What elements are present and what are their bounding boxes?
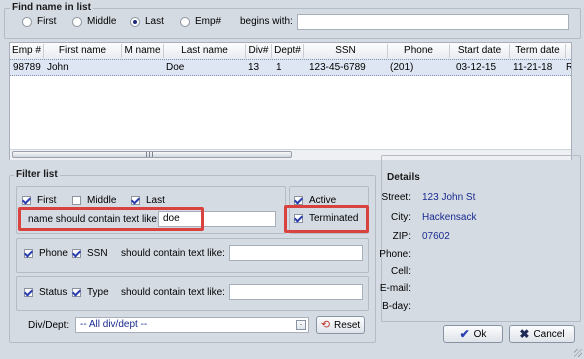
zip-value: 07602 bbox=[422, 231, 450, 242]
cell-start: 03-12-15 bbox=[456, 62, 497, 73]
begins-with-input[interactable] bbox=[297, 14, 569, 30]
radio-middle[interactable] bbox=[72, 17, 82, 27]
col-header-start[interactable]: Start date bbox=[450, 44, 510, 58]
cancel-button[interactable]: ✖ Cancel bbox=[509, 325, 575, 343]
check-last[interactable] bbox=[131, 196, 140, 205]
divdept-dropdown-button[interactable]: · bbox=[296, 320, 306, 330]
col-header-phone[interactable]: Phone bbox=[388, 44, 450, 58]
bday-label: B-day: bbox=[382, 301, 411, 312]
checkmark-icon: ✔ bbox=[459, 327, 470, 341]
cell-term: 11-21-18 bbox=[513, 62, 553, 73]
dots-icon: · bbox=[299, 320, 303, 329]
radio-first-label: First bbox=[37, 16, 57, 27]
check-phone[interactable] bbox=[24, 249, 33, 258]
ok-label: Ok bbox=[473, 328, 487, 340]
col-header-dept[interactable]: Dept# bbox=[272, 44, 304, 58]
ok-button[interactable]: ✔ Ok bbox=[443, 325, 503, 343]
cell-mname bbox=[124, 60, 164, 75]
col-header-first[interactable]: First name bbox=[44, 44, 122, 58]
status-contains-input[interactable] bbox=[229, 284, 363, 300]
filter-title: Filter list bbox=[14, 169, 60, 180]
radio-first[interactable] bbox=[22, 17, 32, 27]
radio-emp[interactable] bbox=[180, 17, 190, 27]
divdept-value: -- All div/dept -- bbox=[80, 319, 148, 330]
zip-label: ZIP: bbox=[392, 231, 411, 242]
check-middle-label: Middle bbox=[87, 195, 117, 206]
col-header-term[interactable]: Term date bbox=[510, 44, 566, 58]
cell-emp: 98789 bbox=[13, 62, 41, 73]
divdept-label: Div/Dept: bbox=[28, 320, 70, 331]
cell-label: Cell: bbox=[390, 266, 411, 277]
check-middle[interactable] bbox=[72, 196, 81, 205]
email-label: E-mail: bbox=[379, 283, 411, 294]
check-type[interactable] bbox=[72, 288, 81, 297]
radio-middle-label: Middle bbox=[87, 16, 117, 27]
check-first[interactable] bbox=[22, 196, 31, 205]
radio-emp-label: Emp# bbox=[195, 16, 222, 27]
find-title: Find name in list bbox=[10, 2, 93, 13]
city-value: Hackensack bbox=[422, 212, 477, 223]
street-value: 123 John St bbox=[422, 192, 476, 203]
col-header-ssn[interactable]: SSN bbox=[304, 44, 388, 58]
reset-label: Reset bbox=[334, 319, 361, 331]
details-title: Details bbox=[385, 172, 422, 183]
check-status-label: Status bbox=[39, 287, 68, 298]
check-type-label: Type bbox=[87, 287, 109, 298]
phone-contains-label: should contain text like: bbox=[121, 248, 225, 259]
cell-div: 13 bbox=[248, 62, 260, 73]
col-header-last[interactable]: Last name bbox=[164, 44, 246, 58]
col-header-mname[interactable]: M name bbox=[122, 44, 164, 58]
check-ssn[interactable] bbox=[72, 249, 81, 258]
phone-detail-label: Phone: bbox=[379, 249, 411, 260]
radio-last[interactable] bbox=[130, 17, 140, 27]
radio-last-label: Last bbox=[145, 16, 164, 27]
name-contains-highlight bbox=[18, 207, 204, 231]
reset-button[interactable]: ⟲ Reset bbox=[316, 316, 365, 334]
divdept-select[interactable]: -- All div/dept -- bbox=[75, 317, 309, 333]
cell-overflow: R bbox=[566, 62, 571, 73]
street-label: Street: bbox=[381, 192, 411, 203]
check-status[interactable] bbox=[24, 288, 33, 297]
check-last-label: Last bbox=[146, 195, 165, 206]
cancel-label: Cancel bbox=[533, 328, 565, 340]
cell-ssn: 123-45-6789 bbox=[309, 62, 366, 73]
phone-contains-input[interactable] bbox=[229, 245, 363, 261]
col-header-emp[interactable]: Emp # bbox=[10, 44, 44, 58]
scrollbar-grip-icon bbox=[146, 152, 154, 157]
check-first-label: First bbox=[37, 195, 57, 206]
status-contains-label: should contain text like: bbox=[121, 287, 225, 298]
resize-grip-icon[interactable] bbox=[574, 349, 582, 357]
check-ssn-label: SSN bbox=[87, 248, 108, 259]
city-label: City: bbox=[391, 212, 411, 223]
check-active[interactable] bbox=[294, 196, 303, 205]
cancel-icon: ✖ bbox=[519, 327, 530, 341]
reset-icon: ⟲ bbox=[320, 319, 331, 331]
cell-first: John bbox=[47, 62, 69, 73]
cell-dept: 1 bbox=[276, 62, 282, 73]
col-header-div[interactable]: Div# bbox=[246, 44, 272, 58]
cell-last: Doe bbox=[166, 62, 185, 73]
begins-with-label: begins with: bbox=[240, 16, 293, 27]
cell-phone: (201) bbox=[390, 62, 414, 73]
terminated-highlight bbox=[284, 205, 369, 233]
check-phone-label: Phone bbox=[39, 248, 68, 259]
